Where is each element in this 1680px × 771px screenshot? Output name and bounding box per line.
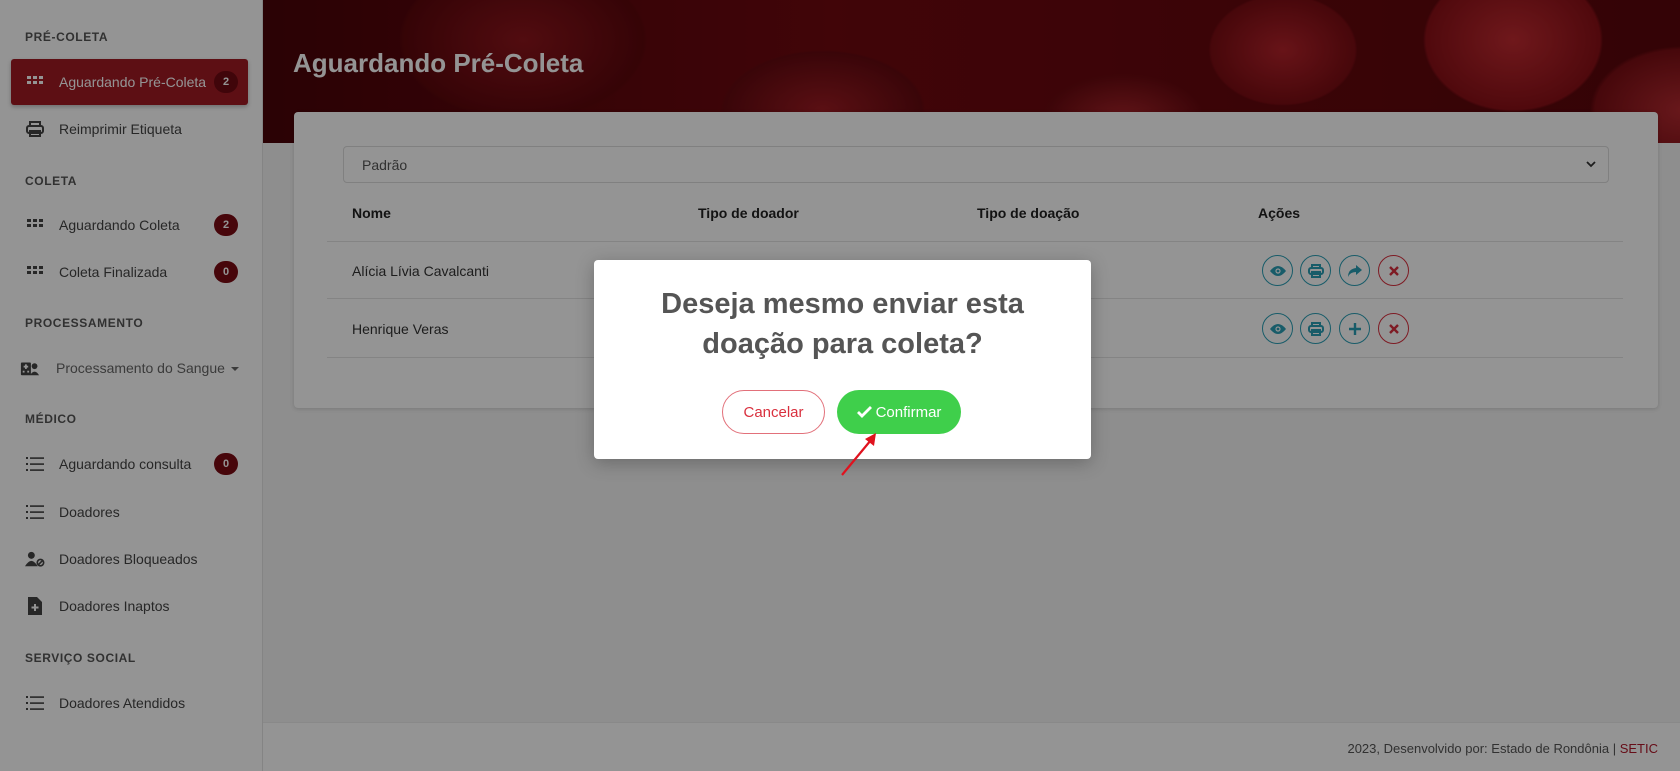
dialog-title: Deseja mesmo enviar esta doação para col… (661, 288, 1024, 360)
confirm-button-label: Confirmar (875, 403, 942, 421)
annotation-arrow-icon (841, 433, 876, 476)
cancel-button[interactable]: Cancelar (722, 390, 825, 434)
check-icon (856, 406, 872, 418)
